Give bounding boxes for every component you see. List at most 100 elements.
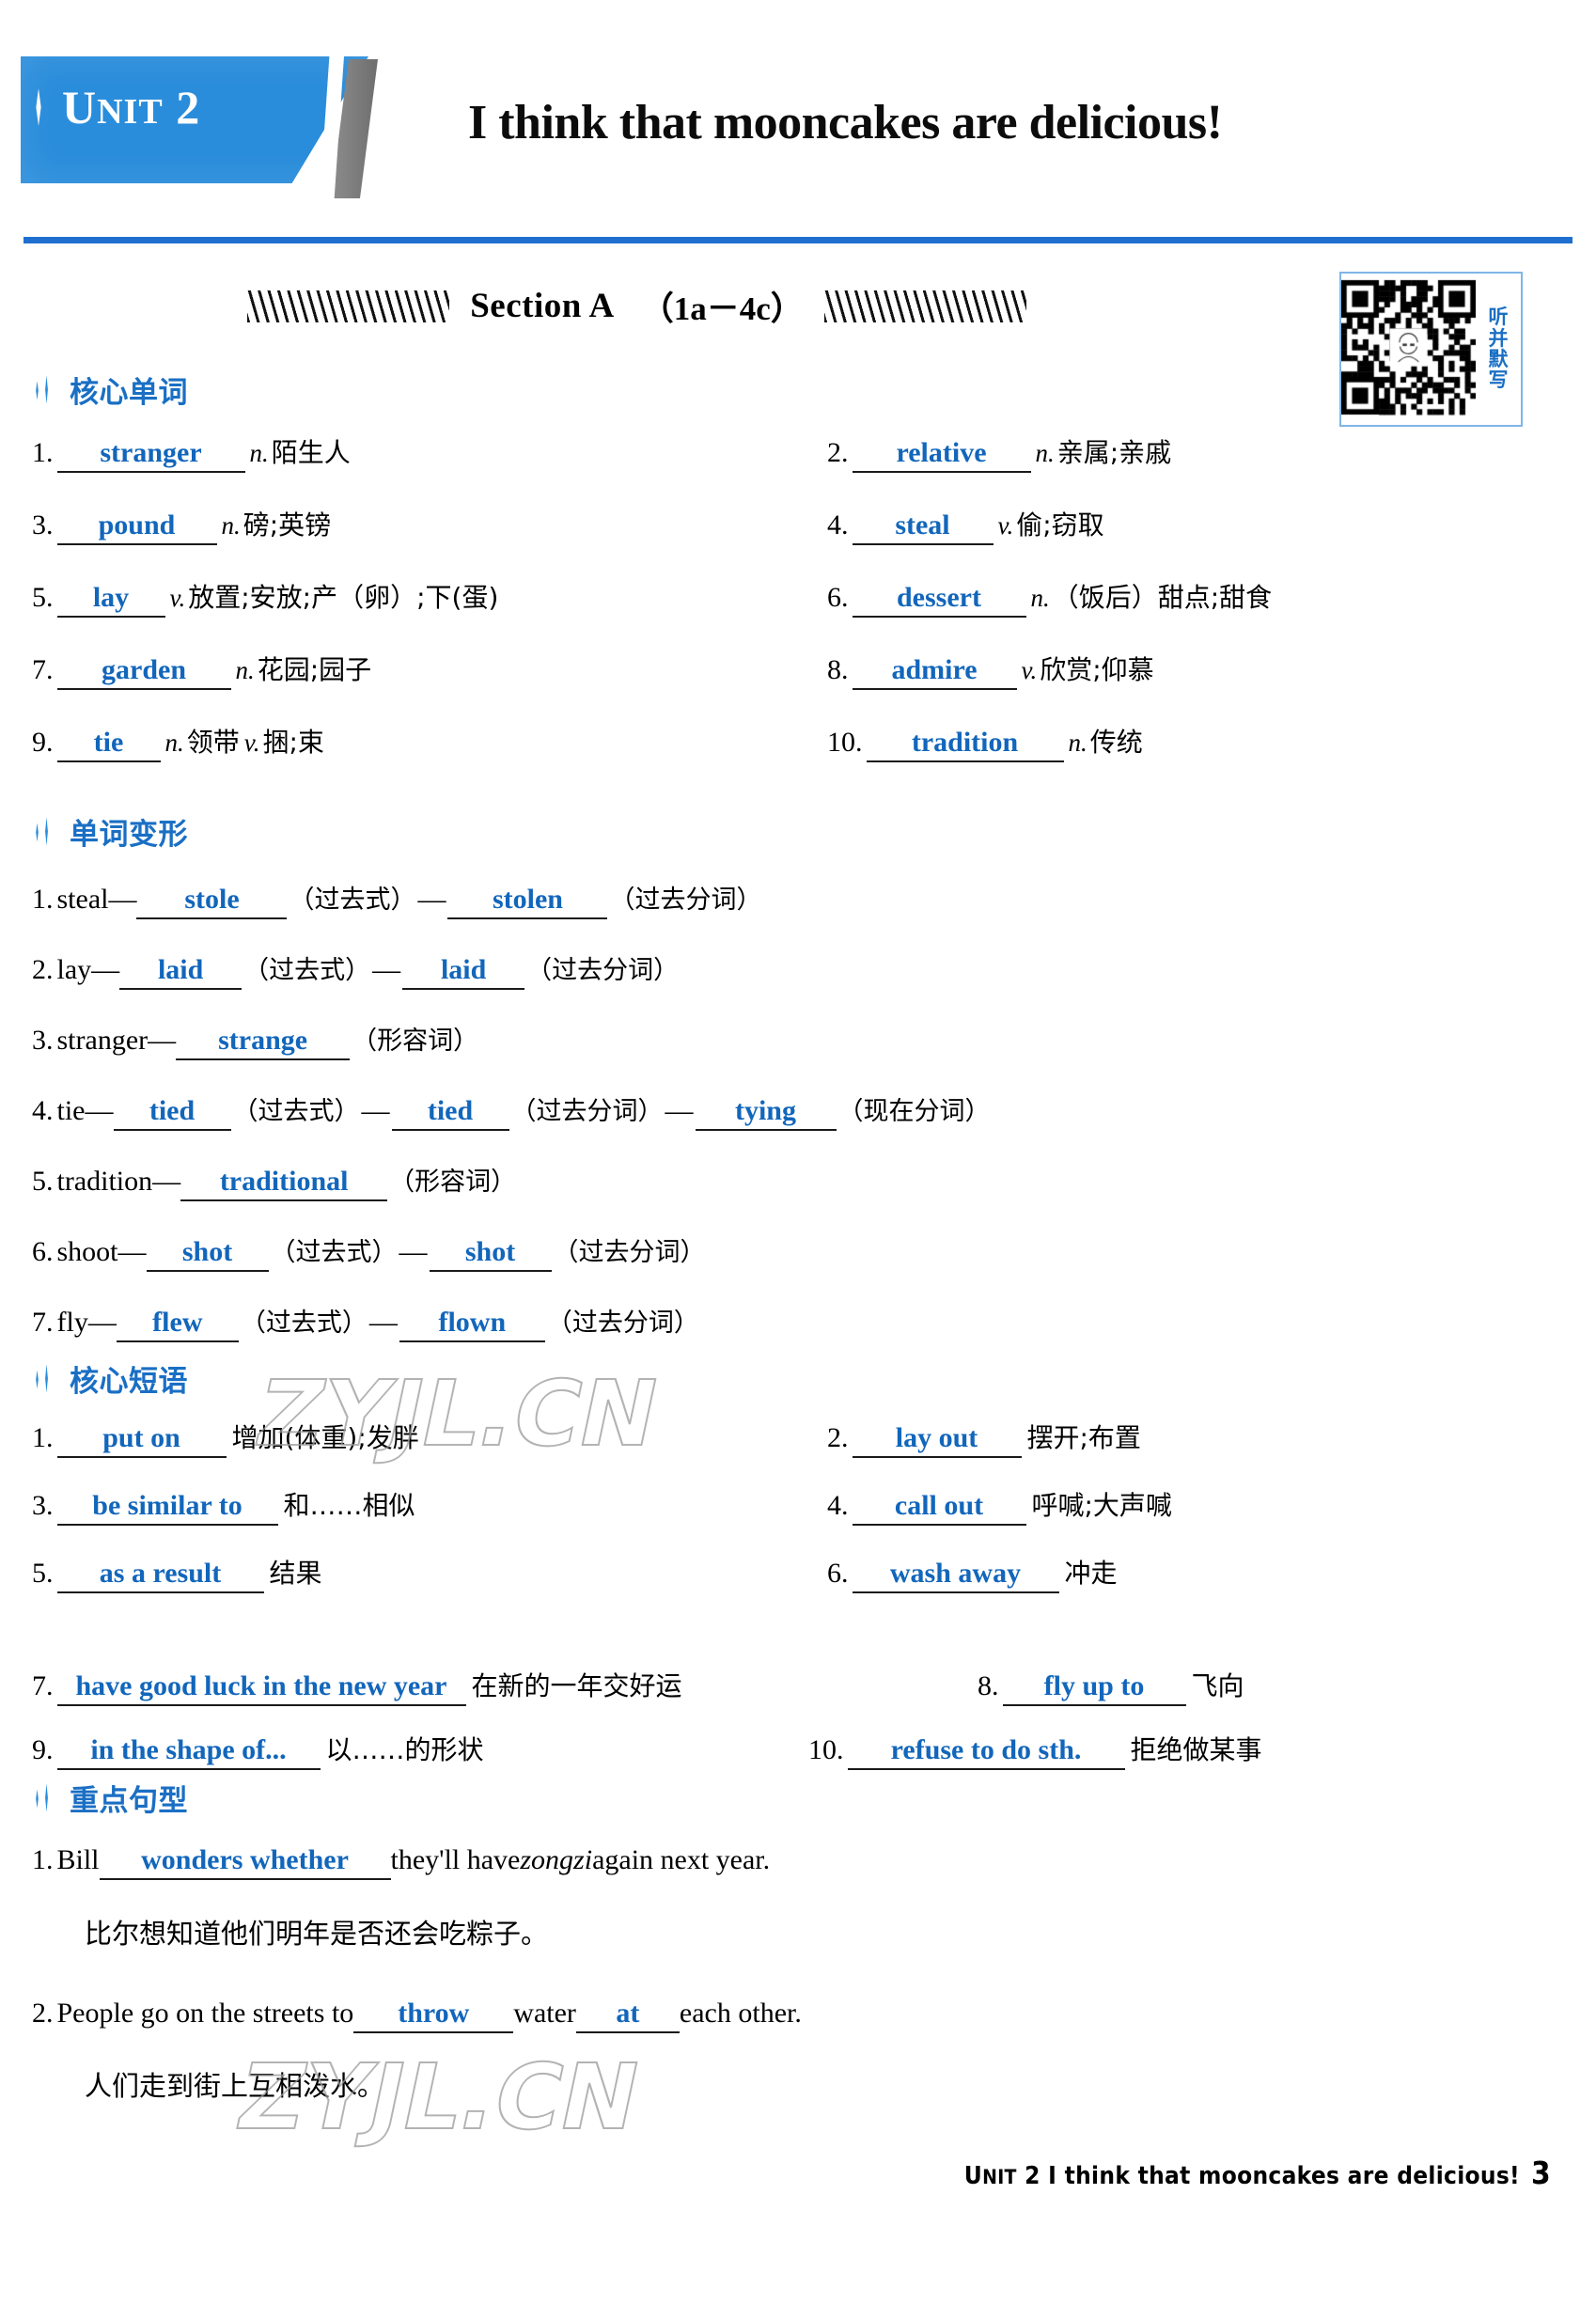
part-of-speech: n. (221, 511, 241, 540)
entry-row: 7. fly— flew （过去式） — flown （过去分词） (32, 1302, 699, 1342)
answer-blank[interactable]: wash away (852, 1558, 1059, 1593)
answer-blank[interactable]: tradition (866, 727, 1064, 762)
answer-blank[interactable]: stolen (447, 884, 608, 919)
answer-blank[interactable]: dessert (852, 582, 1026, 618)
hatch-right-icon (823, 290, 1026, 322)
answer-blank[interactable]: shot (429, 1236, 552, 1272)
chinese-meaning: 花园;园子 (257, 654, 372, 685)
answer-blank[interactable]: throw (353, 1998, 514, 2033)
entry-row: 1. put on 增加(体重);发胖 (32, 1418, 419, 1458)
entry-row: 1. Bill wonders whether they'll have zong… (32, 1844, 770, 1880)
part-of-speech: n. (1068, 729, 1087, 757)
answer-blank[interactable]: as a result (56, 1558, 264, 1593)
base-word: tradition— (56, 1166, 181, 1197)
form-tag: （过去式） (243, 956, 371, 985)
chinese-meaning: 增加(体重);发胖 (231, 1422, 419, 1453)
sparkle-icon (32, 1365, 60, 1393)
form-tag: （过去式） (289, 886, 416, 915)
chinese-meaning: 和……相似 (283, 1490, 415, 1521)
group-heading-label: 单词变形 (70, 818, 188, 852)
qr-code-box[interactable]: 听 并 默 写 (1339, 272, 1523, 427)
chinese-meaning: 捆;束 (262, 727, 324, 758)
answer-blank[interactable]: in the shape of... (56, 1734, 321, 1770)
entry-number: 2. (827, 1422, 849, 1453)
entry-number: 1. (32, 1844, 54, 1875)
answer-blank[interactable]: at (575, 1998, 680, 2033)
answer-blank[interactable]: flew (116, 1307, 239, 1342)
sentence-text: Bill (56, 1844, 100, 1875)
sparkle-icon (32, 376, 60, 404)
entry-number: 10. (827, 727, 863, 758)
entry-row: 4. tie— tied （过去式） — tied （过去分词） — tying （现在分词） (32, 1090, 991, 1131)
answer-blank[interactable]: laid (119, 954, 243, 990)
part-of-speech: v. (169, 584, 186, 612)
answer-blank[interactable]: put on (56, 1422, 227, 1458)
answer-blank[interactable]: garden (56, 654, 231, 690)
answer-blank[interactable]: flown (399, 1307, 545, 1342)
entry-number: 6. (827, 1558, 849, 1589)
entry-row: 5. as a result 结果 (32, 1553, 322, 1593)
answer-blank[interactable]: steal (852, 509, 994, 545)
dash-separator: — (372, 954, 401, 985)
answer-blank[interactable]: tie (56, 727, 161, 762)
answer-blank[interactable]: stranger (56, 437, 245, 473)
dash-separator: — (361, 1095, 390, 1126)
chinese-meaning: 在新的一年交好运 (471, 1670, 682, 1701)
form-tag: （过去分词） (609, 886, 762, 915)
sentence-text: again next year. (592, 1844, 771, 1875)
entry-number: 2. (827, 437, 849, 468)
qr-caption-char: 并 (1488, 326, 1509, 350)
chinese-meaning: 放置;安放;产（卵）;下(蛋) (188, 582, 499, 613)
answer-blank[interactable]: laid (402, 954, 525, 990)
unit-small-caps: NIT (97, 92, 164, 132)
answer-blank[interactable]: fly up to (1002, 1670, 1186, 1706)
entry-number: 8. (978, 1670, 999, 1701)
qr-caption-char: 听 (1488, 306, 1509, 329)
answer-blank[interactable]: pound (56, 509, 217, 545)
part-of-speech: v. (243, 729, 260, 757)
entry-row: 3. pound n. 磅;英镑 (32, 505, 331, 545)
entry-row: 10. refuse to do sth. 拒绝做某事 (808, 1730, 1262, 1770)
sparkle-icon (32, 1784, 60, 1812)
answer-blank[interactable]: admire (852, 654, 1017, 690)
answer-blank[interactable]: tied (113, 1095, 231, 1131)
answer-blank[interactable]: be similar to (56, 1490, 278, 1526)
dash-separator: — (399, 1236, 428, 1267)
answer-blank[interactable]: wonders whether (99, 1844, 391, 1880)
section-label: Section A (470, 287, 615, 325)
entry-row: 2. People go on the streets to throw wate… (32, 1998, 802, 2033)
diamond-icon (36, 88, 41, 126)
entry-row: 9. tie n. 领带 v. 捆;束 (32, 722, 324, 762)
part-of-speech: n. (164, 729, 184, 757)
answer-blank[interactable]: relative (852, 437, 1031, 473)
part-of-speech: n. (249, 439, 269, 467)
answer-blank[interactable]: stole (136, 884, 288, 919)
form-tag: （过去式） (232, 1097, 360, 1126)
entry-row: 5. tradition— traditional （形容词） (32, 1161, 516, 1201)
dash-separator: — (417, 884, 446, 915)
answer-blank[interactable]: lay (56, 582, 165, 618)
answer-blank[interactable]: tied (391, 1095, 509, 1131)
sparkle-icon (32, 818, 60, 846)
chinese-meaning: 磅;英镑 (243, 509, 332, 541)
sentence-translation: 人们走到街上互相泼水。 (85, 2070, 385, 2102)
answer-blank[interactable]: lay out (852, 1422, 1022, 1458)
answer-blank[interactable]: shot (146, 1236, 269, 1272)
unit-tab-content: UNIT 2 (28, 84, 200, 131)
dash-separator: — (368, 1307, 398, 1338)
entry-number: 9. (32, 1734, 54, 1765)
page-number: 3 (1531, 2155, 1551, 2191)
group-heading-label: 核心短语 (70, 1365, 188, 1399)
answer-blank[interactable]: refuse to do sth. (847, 1734, 1125, 1770)
answer-blank[interactable]: call out (852, 1490, 1026, 1526)
entry-number: 1. (32, 1422, 54, 1453)
answer-blank[interactable]: traditional (180, 1166, 388, 1201)
entry-number: 4. (827, 1490, 849, 1521)
entry-number: 8. (827, 654, 849, 685)
unit-label: UNIT 2 (62, 84, 200, 131)
qr-code-image[interactable] (1341, 274, 1476, 425)
entry-number: 9. (32, 727, 54, 758)
answer-blank[interactable]: tying (695, 1095, 837, 1131)
answer-blank[interactable]: have good luck in the new year (56, 1670, 466, 1706)
answer-blank[interactable]: strange (176, 1025, 351, 1060)
